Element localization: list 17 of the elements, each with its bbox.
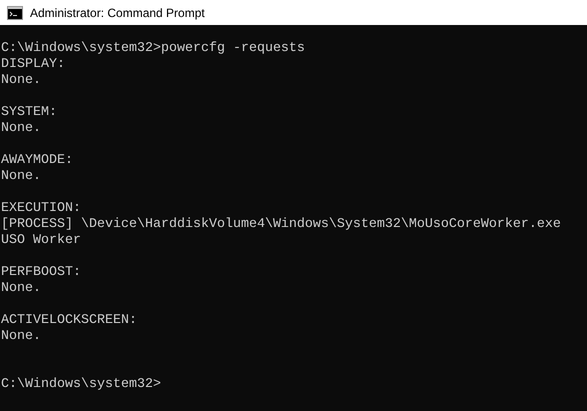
console-line: PERFBOOST:: [1, 265, 81, 281]
console-line: None.: [1, 329, 41, 345]
console-line: [PROCESS] \Device\HarddiskVolume4\Windows\System32\MoUsoCoreWorker.exe: [1, 217, 561, 233]
console-line: None.: [1, 73, 41, 89]
console-line: C:\Windows\system32>powercfg -requests: [1, 41, 305, 57]
console-line: SYSTEM:: [1, 105, 57, 121]
console-line: ACTIVELOCKSCREEN:: [1, 313, 137, 329]
console-line: DISPLAY:: [1, 57, 65, 73]
console-line: None.: [1, 169, 41, 185]
console-line: EXECUTION:: [1, 201, 81, 217]
console-line: AWAYMODE:: [1, 153, 73, 169]
console-line: USO Worker: [1, 233, 81, 249]
terminal-icon: [7, 6, 23, 20]
console-line: None.: [1, 281, 41, 297]
console-line: None.: [1, 121, 41, 137]
console-line: C:\Windows\system32>: [1, 377, 161, 393]
window-title: Administrator: Command Prompt: [30, 4, 205, 22]
